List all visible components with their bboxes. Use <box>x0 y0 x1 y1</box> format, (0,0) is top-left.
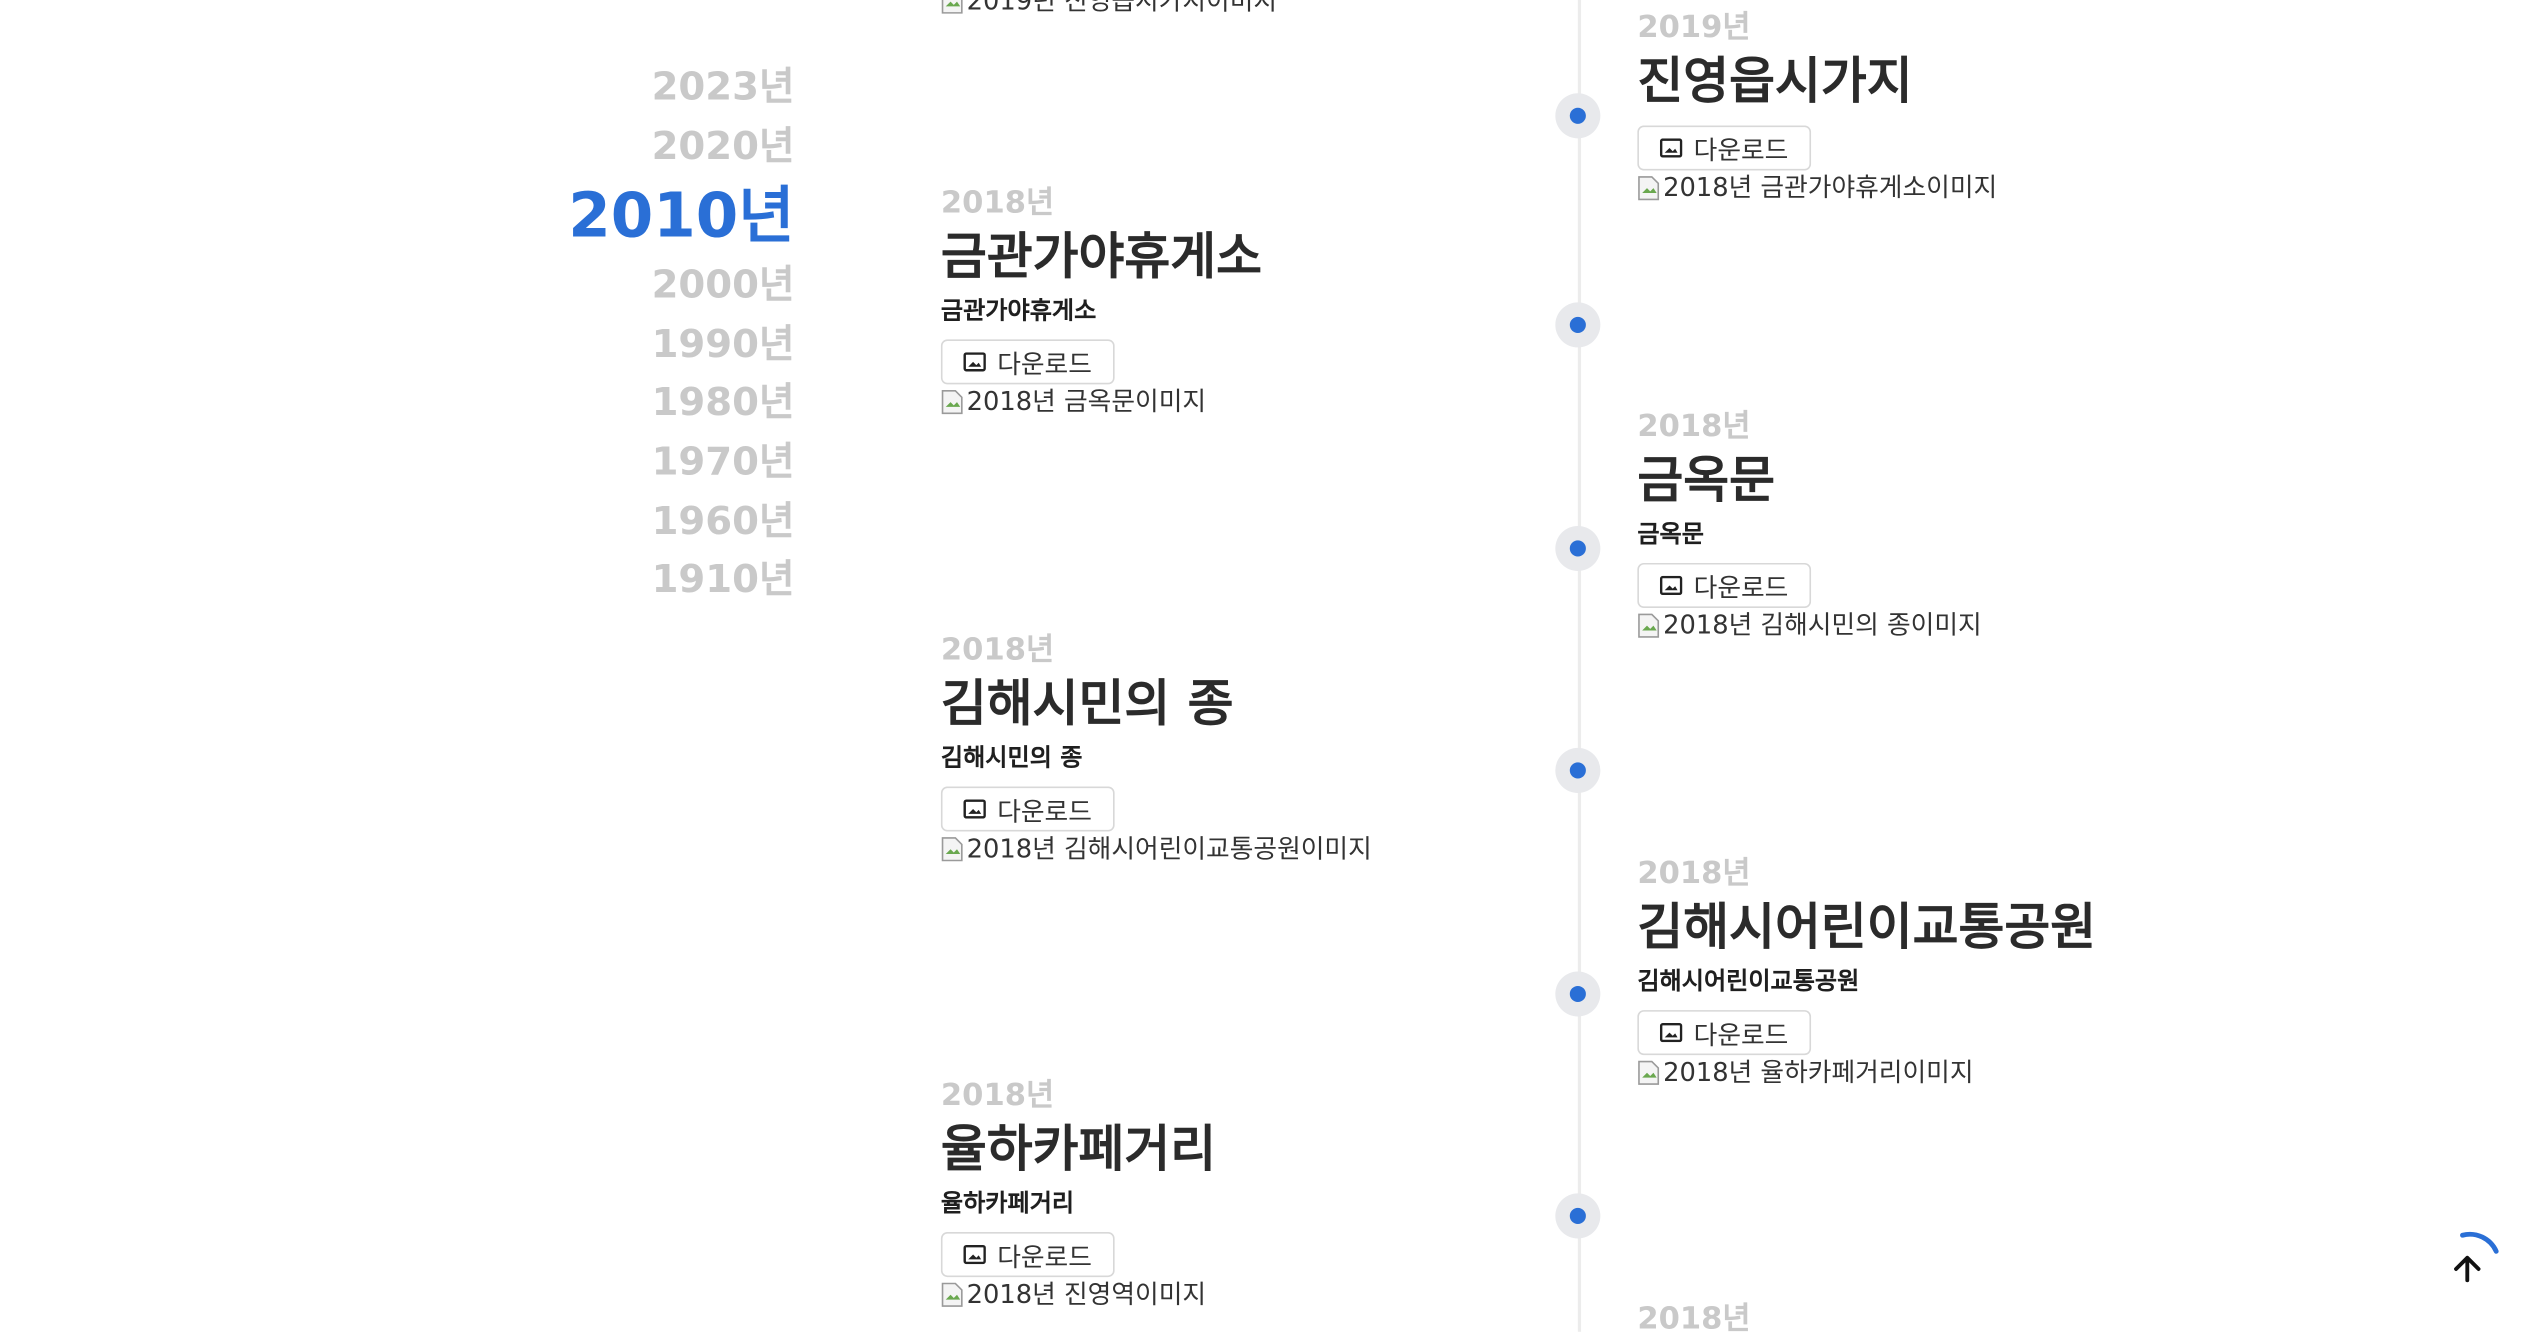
timeline-entry: 2018년 금관가야휴게소 금관가야휴게소 다운로드 2018년 금옥문이미지 <box>940 184 1263 418</box>
year-nav-item-2010-active[interactable]: 2010년 <box>483 176 794 256</box>
download-button[interactable]: 다운로드 <box>1637 1010 1811 1056</box>
broken-image-icon <box>941 0 964 14</box>
broken-image-icon <box>1637 613 1660 639</box>
entry-description: 금관가야휴게소 <box>940 295 1097 325</box>
timeline-entry: 2018년 <box>1637 1301 1750 1336</box>
year-nav-item-2023[interactable]: 2023년 <box>483 58 795 117</box>
download-button[interactable]: 다운로드 <box>1637 562 1811 608</box>
download-label: 다운로드 <box>1693 572 1789 604</box>
entry-image: 2018년 금옥문이미지 <box>941 386 1262 418</box>
broken-image-icon <box>1637 1060 1660 1086</box>
year-nav-item-1990[interactable]: 1990년 <box>483 315 795 374</box>
timeline-entry: 2018년 금옥문 금옥문 다운로드 2018년 김해시민의 종이미지 <box>1637 408 1982 642</box>
download-label: 다운로드 <box>1693 1019 1789 1051</box>
timeline-axis <box>1577 0 1582 1332</box>
entry-year: 2018년 <box>940 184 1055 221</box>
year-nav: 2023년 2020년 2010년 2000년 1990년 1980년 1970… <box>483 58 795 609</box>
broken-image-icon <box>1637 175 1660 201</box>
entry-image: 2018년 김해시민의 종이미지 <box>1637 609 1982 642</box>
entry-image-alt: 2018년 김해시어린이교통공원이미지 <box>966 833 1372 864</box>
entry-image-alt: 2018년 진영역이미지 <box>966 1278 1207 1310</box>
entry-title: 김해시민의 종 <box>940 675 1234 734</box>
entry-title: 김해시어린이교통공원 <box>1637 899 2097 957</box>
download-label: 다운로드 <box>1693 135 1789 166</box>
entry-description: 김해시민의 종 <box>940 743 1083 773</box>
entry-description: 율하카페거리 <box>940 1188 1075 1218</box>
download-label: 다운로드 <box>997 1241 1092 1273</box>
timeline-page: 2023년 2020년 2010년 2000년 1990년 1980년 1970… <box>0 0 2522 1337</box>
scroll-top-button[interactable] <box>2432 1226 2506 1300</box>
entry-image: 2018년 진영역이미지 <box>941 1279 1216 1311</box>
entry-image: 2018년 금관가야휴게소이미지 <box>1637 172 1997 204</box>
download-button[interactable]: 다운로드 <box>1637 125 1811 171</box>
timeline-entry: 2019년 진영읍시가지 다운로드 2018년 금관가야휴게소이미지 <box>1637 10 1997 205</box>
timeline-dot <box>1555 302 1601 348</box>
entry-image: 2018년 율하카페거리이미지 <box>1637 1057 2096 1089</box>
entry-year: 2018년 <box>940 632 1055 668</box>
download-button[interactable]: 다운로드 <box>940 786 1115 832</box>
entry-image-alt: 2018년 김해시민의 종이미지 <box>1663 609 1982 641</box>
image-icon <box>963 352 986 372</box>
entry-year: 2018년 <box>940 1077 1055 1114</box>
year-nav-item-1970[interactable]: 1970년 <box>483 433 795 492</box>
entry-title: 진영읍시가지 <box>1637 53 1913 111</box>
image-icon <box>963 1244 986 1265</box>
entry-image-alt: 2019년 진영읍시가지이미지 <box>966 0 1278 17</box>
year-nav-item-2000[interactable]: 2000년 <box>483 256 795 315</box>
timeline-dot <box>1555 971 1601 1017</box>
entry-year: 2018년 <box>1637 1301 1751 1337</box>
arrow-up-icon <box>2454 1231 2499 1283</box>
entry-year: 2019년 <box>1637 9 1751 46</box>
timeline-entry: 2018년 김해시민의 종 김해시민의 종 다운로드 2018년 김해시어린이교… <box>940 632 1372 865</box>
year-nav-item-2020[interactable]: 2020년 <box>483 117 795 176</box>
year-nav-item-1910[interactable]: 1910년 <box>483 550 795 609</box>
image-icon <box>1659 1023 1683 1043</box>
download-button[interactable]: 다운로드 <box>940 1232 1115 1278</box>
broken-image-icon <box>941 836 964 862</box>
entry-title: 율하카페거리 <box>940 1121 1217 1179</box>
entry-image: 2018년 김해시어린이교통공원이미지 <box>941 833 1372 865</box>
entry-year: 2018년 <box>1637 855 1751 892</box>
timeline-dot <box>1555 93 1601 139</box>
entry-year: 2018년 <box>1637 408 1751 444</box>
entry-description: 금옥문 <box>1637 519 1704 549</box>
entry-image-alt: 2018년 금옥문이미지 <box>966 386 1207 417</box>
entry-image: 2019년 진영읍시가지이미지 <box>941 0 1277 18</box>
year-nav-item-1980[interactable]: 1980년 <box>483 374 795 433</box>
entry-title: 금옥문 <box>1637 451 1775 510</box>
image-icon <box>963 799 986 819</box>
entry-title: 금관가야휴게소 <box>940 228 1263 287</box>
timeline-entry: 2018년 율하카페거리 율하카페거리 다운로드 2018년 진영역이미지 <box>940 1077 1217 1311</box>
entry-image-alt: 2018년 율하카페거리이미지 <box>1663 1056 1974 1088</box>
image-icon <box>1659 138 1683 158</box>
download-label: 다운로드 <box>997 349 1092 380</box>
entry-image-alt: 2018년 금관가야휴게소이미지 <box>1663 172 1998 203</box>
timeline-entry-partial: 2019년 진영읍시가지이미지 <box>941 0 1277 18</box>
entry-description: 김해시어린이교통공원 <box>1637 966 1860 996</box>
download-label: 다운로드 <box>997 796 1092 827</box>
timeline-dot <box>1555 1193 1601 1239</box>
download-button[interactable]: 다운로드 <box>940 339 1115 385</box>
timeline-entry: 2018년 김해시어린이교통공원 김해시어린이교통공원 다운로드 2018년 율… <box>1637 856 2096 1089</box>
timeline-dot <box>1555 525 1601 571</box>
timeline-dot <box>1555 747 1601 793</box>
year-nav-item-1960[interactable]: 1960년 <box>483 491 795 550</box>
broken-image-icon <box>941 1282 964 1308</box>
image-icon <box>1659 575 1683 596</box>
broken-image-icon <box>941 389 964 415</box>
